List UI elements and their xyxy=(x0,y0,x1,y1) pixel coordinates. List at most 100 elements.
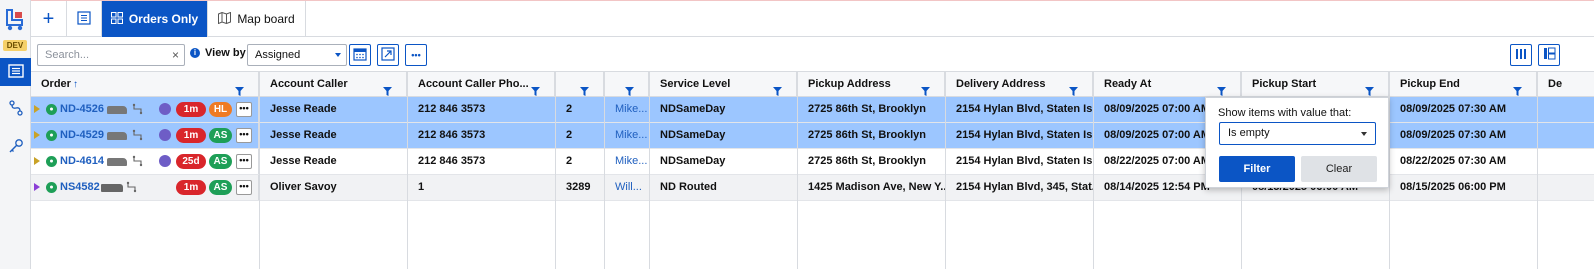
driver-link[interactable]: Mike... xyxy=(605,149,650,174)
pickup-address-cell: 2725 86th St, Brooklyn xyxy=(798,97,946,122)
flag-icon xyxy=(159,103,171,115)
info-icon[interactable]: i xyxy=(190,48,200,58)
column-divider xyxy=(555,71,556,269)
pickup-address-cell: 1425 Madison Ave, New Y... xyxy=(798,175,946,200)
column-divider xyxy=(407,71,408,269)
filter-button[interactable]: Filter xyxy=(1219,156,1295,182)
order-link[interactable]: ND-4529 xyxy=(60,123,104,148)
row-menu-button[interactable]: ••• xyxy=(236,154,252,169)
tab-map-board[interactable]: Map board xyxy=(208,1,306,37)
pickup-end-cell: 08/09/2025 07:30 AM xyxy=(1390,97,1538,122)
filter-icon[interactable] xyxy=(383,81,392,97)
column-header-pickup-end[interactable]: Pickup End xyxy=(1390,72,1537,97)
priority-marker-icon xyxy=(34,183,40,191)
phone-cell: 212 846 3573 xyxy=(408,149,556,174)
row-menu-button[interactable]: ••• xyxy=(236,128,252,143)
clear-search-icon[interactable]: × xyxy=(172,48,179,62)
driver-link[interactable]: Mike... xyxy=(605,123,650,148)
column-header-4[interactable] xyxy=(556,72,604,97)
column-label: Account Caller xyxy=(270,78,348,90)
column-header-delivery-address[interactable]: Delivery Address xyxy=(946,72,1093,97)
layout-button[interactable] xyxy=(1538,44,1560,66)
chevron-down-icon xyxy=(335,53,341,57)
column-header-order[interactable]: Order ↑ xyxy=(31,72,259,97)
status-icon: ● xyxy=(46,182,57,193)
status-badge: AS xyxy=(209,180,232,195)
order-link[interactable]: NS4582 xyxy=(60,175,100,200)
priority-marker-icon xyxy=(34,131,40,139)
column4-cell: 2 xyxy=(556,97,605,122)
view-by-label: View by xyxy=(205,47,246,59)
column-header-account-caller[interactable]: Account Caller xyxy=(260,72,407,97)
add-button[interactable]: + xyxy=(31,1,67,37)
settings-nav[interactable] xyxy=(0,133,31,161)
routes-nav[interactable] xyxy=(0,95,31,123)
layout-icon xyxy=(1543,47,1556,63)
filter-icon[interactable] xyxy=(1365,81,1374,97)
column-divider xyxy=(1537,71,1538,269)
filter-icon[interactable] xyxy=(921,81,930,97)
columns-button[interactable] xyxy=(1510,44,1532,66)
orders-list-nav[interactable] xyxy=(0,58,31,86)
search-input[interactable] xyxy=(38,45,166,65)
status-icon: ● xyxy=(46,130,57,141)
van-icon xyxy=(101,184,123,192)
logo-icon[interactable] xyxy=(4,6,26,32)
list-view-button[interactable] xyxy=(67,1,102,37)
chevron-down-icon xyxy=(1361,132,1367,136)
filter-icon[interactable] xyxy=(580,81,589,97)
column-header-ready-at[interactable]: Ready At xyxy=(1094,72,1241,97)
view-by-value: Assigned xyxy=(255,49,301,61)
column-label: Ready At xyxy=(1104,78,1152,90)
clear-button[interactable]: Clear xyxy=(1301,156,1377,182)
column-header-account-caller-phone[interactable]: Account Caller Pho... xyxy=(408,72,555,97)
column-header-service-level[interactable]: Service Level xyxy=(650,72,797,97)
view-by-select[interactable]: Assigned xyxy=(247,44,347,66)
column4-cell: 3289 xyxy=(556,175,605,200)
filter-icon[interactable] xyxy=(773,81,782,97)
map-icon xyxy=(218,11,232,27)
priority-marker-icon xyxy=(34,105,40,113)
driver-link[interactable]: Will... xyxy=(605,175,650,200)
filter-icon[interactable] xyxy=(1513,81,1522,97)
column-divider xyxy=(649,71,650,269)
column-header-delivery[interactable]: De xyxy=(1538,72,1594,97)
filter-icon[interactable] xyxy=(625,81,634,97)
calendar-button[interactable] xyxy=(349,44,371,66)
column-header-pickup-start[interactable]: Pickup Start xyxy=(1242,72,1389,97)
filter-icon[interactable] xyxy=(531,81,540,97)
calendar-icon xyxy=(353,47,367,64)
column-header-5[interactable] xyxy=(605,72,649,97)
order-link[interactable]: ND-4614 xyxy=(60,149,104,174)
timer-badge: 1m xyxy=(176,128,206,143)
column-label: Service Level xyxy=(660,78,731,90)
row-menu-button[interactable]: ••• xyxy=(236,102,252,117)
row-menu-button[interactable]: ••• xyxy=(236,180,252,195)
order-cell: ● ND-4529 1m AS ••• xyxy=(31,123,259,148)
export-button[interactable] xyxy=(377,44,399,66)
delivery-address-cell: 2154 Hylan Blvd, 345, Stat... xyxy=(946,175,1094,200)
driver-link[interactable]: Mike... xyxy=(605,97,650,122)
filter-icon[interactable] xyxy=(235,81,244,97)
priority-marker-icon xyxy=(34,157,40,165)
order-link[interactable]: ND-4526 xyxy=(60,97,104,122)
filter-icon[interactable] xyxy=(1069,81,1078,97)
car-icon xyxy=(107,158,127,166)
column-header-pickup-address[interactable]: Pickup Address xyxy=(798,72,945,97)
sort-up-icon[interactable]: ↑ xyxy=(73,72,78,97)
filter-condition-select[interactable]: Is empty xyxy=(1219,122,1376,145)
left-rail: DEV xyxy=(0,0,31,269)
timer-badge: 1m xyxy=(176,102,206,117)
column-label: Delivery Address xyxy=(956,78,1046,90)
filter-popup-title: Show items with value that: xyxy=(1218,107,1352,119)
status-icon: ● xyxy=(46,104,57,115)
column-label: Order xyxy=(41,78,71,90)
tab-orders-only[interactable]: Orders Only xyxy=(102,1,208,37)
filter-icon[interactable] xyxy=(1217,81,1226,97)
columns-icon xyxy=(1515,48,1527,63)
delivery-address-cell: 2154 Hylan Blvd, Staten Isl... xyxy=(946,97,1094,122)
order-cell: ● ND-4526 1m HL ••• xyxy=(31,97,259,122)
timer-badge: 1m xyxy=(176,180,206,195)
route-icon xyxy=(8,99,24,119)
more-options-button[interactable]: ••• xyxy=(405,44,427,66)
